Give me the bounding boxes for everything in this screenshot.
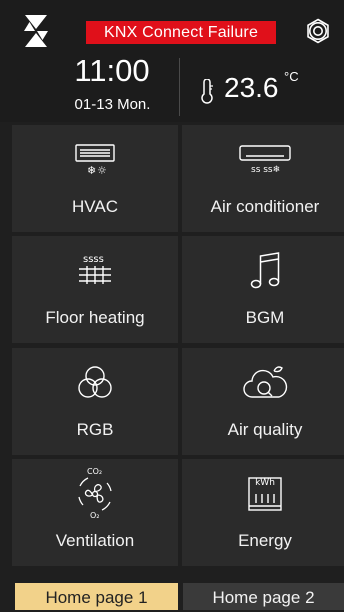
brand-logo-icon <box>24 15 48 47</box>
tab-home-page-2[interactable]: Home page 2 <box>183 583 344 610</box>
tile-rgb-label: RGB <box>76 420 114 439</box>
energy-kwh-text: kWh <box>255 478 275 488</box>
hvac-icon: ❄ ☼ <box>75 144 115 177</box>
tile-ventilation-label: Ventilation <box>55 531 135 550</box>
air-quality-icon <box>243 366 288 398</box>
tile-bgm[interactable]: BGM <box>182 236 344 343</box>
svg-text:ssss: ssss <box>83 254 104 265</box>
knx-status-alert: KNX Connect Failure <box>86 21 276 44</box>
svg-text:☼: ☼ <box>97 164 107 177</box>
temperature-unit: °C <box>284 69 299 84</box>
svg-text:ss ss❄: ss ss❄ <box>251 165 280 175</box>
tile-hvac-label: HVAC <box>72 197 118 216</box>
rgb-circles-icon <box>78 366 112 398</box>
clock-date: 01-13 Mon. <box>74 96 151 113</box>
floor-heating-icon: ssss <box>79 254 111 284</box>
tile-air-quality-label: Air quality <box>227 420 303 439</box>
svg-text:❄: ❄ <box>87 164 96 177</box>
tab-home-page-1[interactable]: Home page 1 <box>15 583 178 610</box>
tile-air-quality[interactable]: Air quality <box>182 348 344 455</box>
tile-rgb[interactable]: RGB <box>12 348 178 455</box>
gear-icon[interactable] <box>305 18 331 44</box>
tile-energy-label: Energy <box>238 531 292 550</box>
header-divider <box>179 58 180 116</box>
tile-bgm-label: BGM <box>245 308 285 327</box>
tile-air-conditioner-label: Air conditioner <box>210 197 320 216</box>
temperature-value: 23.6 <box>224 72 279 103</box>
ventilation-o2-text: O₂ <box>90 511 100 520</box>
tile-ventilation[interactable]: CO₂ O₂ Ventilation <box>12 459 178 566</box>
air-conditioner-icon: ss ss❄ <box>239 145 291 175</box>
tile-floor-heating[interactable]: ssss Floor heating <box>12 236 178 343</box>
thermometer-icon <box>201 79 213 104</box>
header-bar: KNX Connect Failure 11:00 01-13 Mon. 23.… <box>0 0 344 122</box>
ventilation-co2-text: CO₂ <box>87 467 103 476</box>
music-note-icon <box>250 252 280 289</box>
tile-air-conditioner[interactable]: ss ss❄ Air conditioner <box>182 125 344 232</box>
clock-time: 11:00 <box>74 53 150 88</box>
tile-hvac[interactable]: ❄ ☼ HVAC <box>12 125 178 232</box>
tile-energy[interactable]: kWh Energy <box>182 459 344 566</box>
tile-floor-heating-label: Floor heating <box>45 308 145 327</box>
